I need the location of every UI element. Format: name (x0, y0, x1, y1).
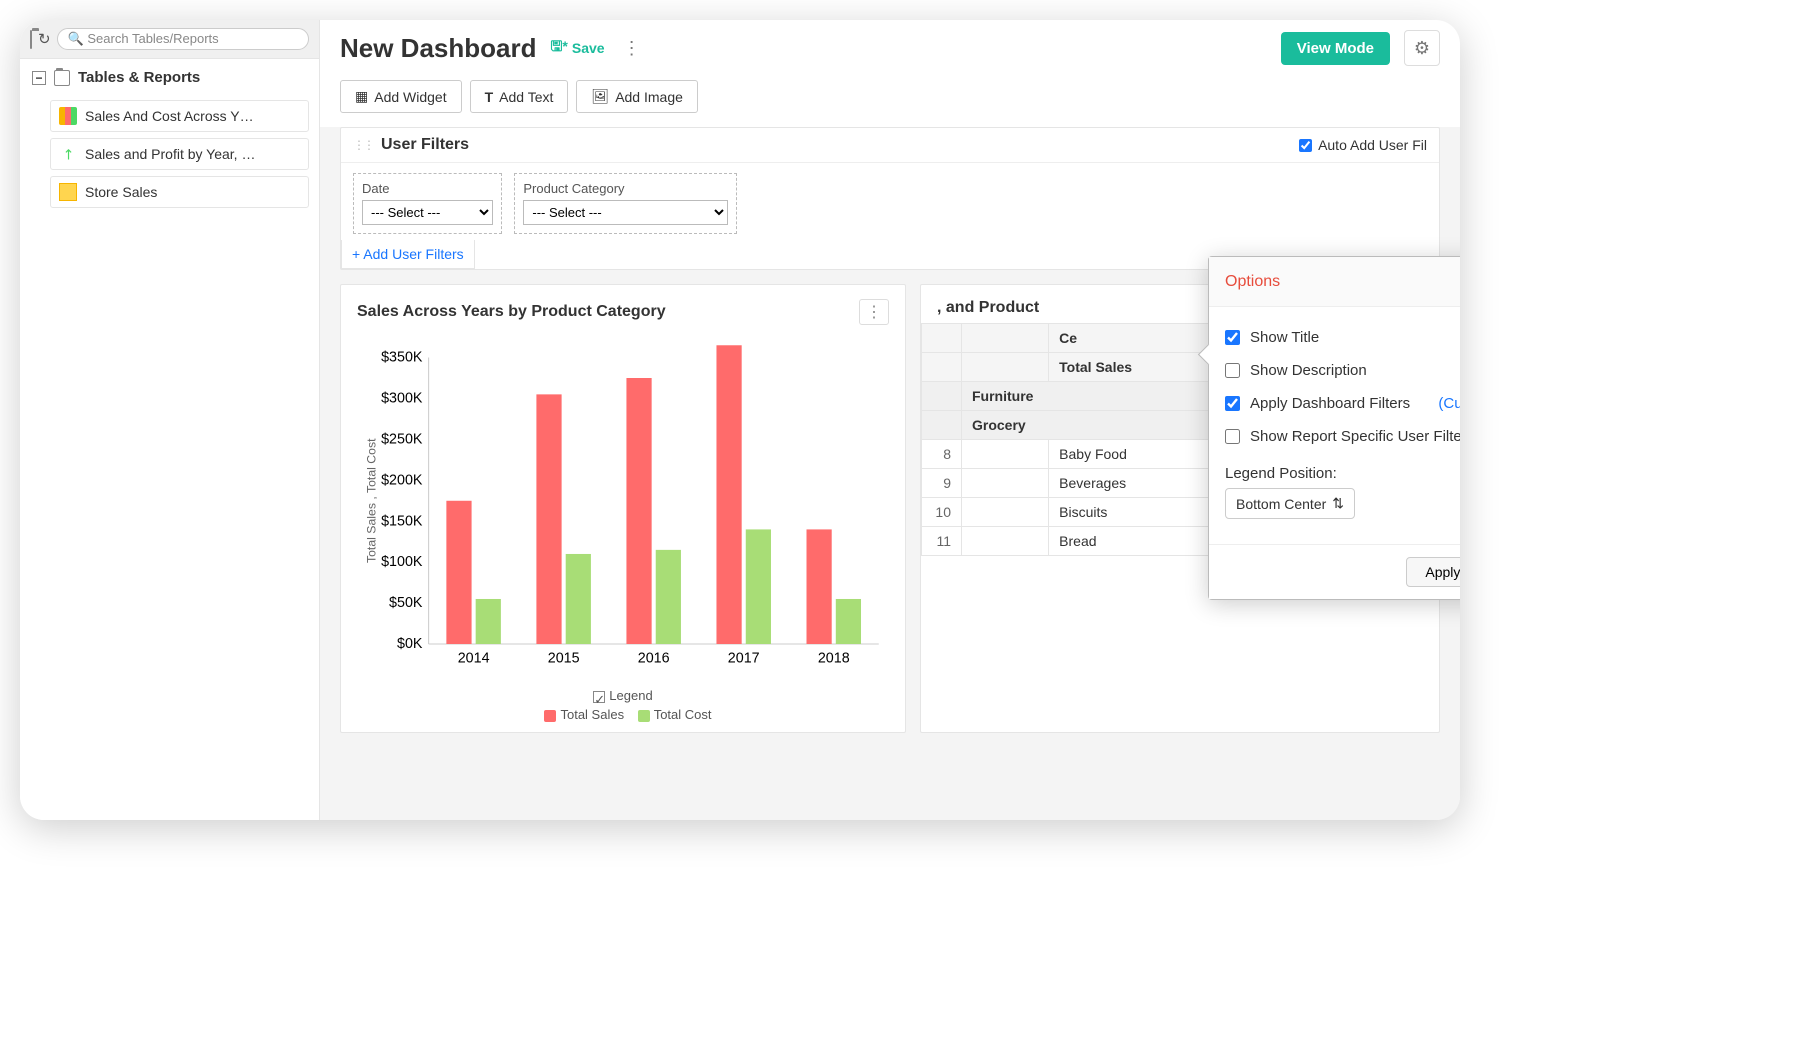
filter-date-select[interactable]: --- Select --- (362, 200, 493, 225)
checkbox-icon: ✓ (593, 691, 605, 703)
sidebar-header[interactable]: − Tables & Reports (20, 59, 319, 96)
collapse-icon[interactable]: − (32, 71, 46, 85)
user-filters-card: ⋮⋮ User Filters Auto Add User Fil Date -… (340, 127, 1440, 270)
auto-add-input[interactable] (1299, 139, 1312, 152)
legend-item: Total Sales (560, 707, 624, 722)
svg-text:2018: 2018 (818, 650, 850, 666)
sidebar: ↻ 🔍 Search Tables/Reports − Tables & Rep… (20, 20, 320, 820)
svg-text:$100K: $100K (381, 554, 423, 570)
text-icon: T (485, 89, 494, 105)
chart-card: Sales Across Years by Product Category ⋮… (340, 284, 906, 733)
legend: Total Sales Total Cost (341, 703, 905, 722)
popover-title: Options (1225, 273, 1280, 291)
add-widget-label: Add Widget (374, 89, 446, 105)
legend-toggle[interactable]: ✓ Legend (341, 684, 905, 703)
bar-chart: $0K $50K $100K $150K $200K $250K $300K $350K Tot… (357, 341, 889, 681)
customize-link[interactable]: (Customize) (1438, 395, 1460, 412)
page-title: New Dashboard (340, 33, 537, 64)
svg-text:$0K: $0K (397, 636, 423, 652)
gear-icon[interactable]: ⚙ (1404, 30, 1440, 66)
filter-category: Product Category --- Select --- (514, 173, 737, 234)
sidebar-item-store-sales[interactable]: Store Sales (50, 176, 309, 208)
image-icon: 🖼 (591, 88, 609, 105)
add-text-button[interactable]: T Add Text (470, 80, 569, 113)
save-label: Save (572, 40, 605, 56)
sidebar-item-label: Sales and Profit by Year, … (85, 146, 255, 162)
folder-icon (54, 70, 70, 86)
svg-text:2016: 2016 (638, 650, 670, 666)
table-icon (59, 183, 77, 201)
legend-position-select[interactable]: Bottom Center ⇅ (1225, 488, 1355, 519)
sidebar-item-label: Sales And Cost Across Y… (85, 108, 254, 124)
svg-text:$250K: $250K (381, 431, 423, 447)
apply-filters-checkbox[interactable] (1225, 396, 1240, 411)
save-button[interactable]: 🖫* Save (551, 36, 605, 60)
opt-label: Apply Dashboard Filters (1250, 395, 1410, 412)
show-title-checkbox[interactable] (1225, 330, 1240, 345)
svg-text:2014: 2014 (458, 650, 490, 666)
table-title: , and Product (937, 299, 1039, 317)
legend-position-label: Legend Position: (1225, 465, 1460, 482)
widget-icon: ▦ (355, 88, 368, 105)
view-mode-button[interactable]: View Mode (1281, 32, 1390, 65)
svg-text:$150K: $150K (381, 513, 423, 529)
trend-arrow-icon: ↗ (55, 141, 80, 166)
svg-text:2017: 2017 (728, 650, 760, 666)
svg-text:Total Sales , Total Cost: Total Sales , Total Cost (364, 438, 378, 563)
legend-swatch-cost (638, 710, 650, 722)
legend-value: Bottom Center (1236, 496, 1326, 512)
apply-button[interactable]: Apply (1406, 557, 1460, 587)
opt-label: Show Description (1250, 362, 1367, 379)
sidebar-item-label: Store Sales (85, 184, 157, 200)
svg-text:$200K: $200K (381, 472, 423, 488)
sidebar-title: Tables & Reports (78, 69, 200, 86)
opt-label: Show Title (1250, 329, 1319, 346)
options-popover: Options ✕ Show Title Show Description Ap… (1208, 256, 1460, 600)
folder-icon[interactable] (30, 31, 32, 48)
search-placeholder: Search Tables/Reports (87, 31, 218, 46)
show-desc-checkbox[interactable] (1225, 363, 1240, 378)
auto-add-checkbox[interactable]: Auto Add User Fil (1299, 137, 1427, 153)
add-filters-label: Add User Filters (363, 246, 463, 262)
add-image-button[interactable]: 🖼 Add Image (576, 80, 698, 113)
filter-category-select[interactable]: --- Select --- (523, 200, 728, 225)
drag-grip-icon[interactable]: ⋮⋮ (353, 138, 373, 152)
svg-text:2015: 2015 (548, 650, 580, 666)
add-text-label: Add Text (499, 89, 553, 105)
chart-more-icon[interactable]: ⋮ (859, 299, 889, 325)
more-icon[interactable]: ⋮ (619, 38, 645, 59)
bar-chart-icon (59, 107, 77, 125)
save-icon: 🖫* (551, 36, 568, 60)
auto-add-label: Auto Add User Fil (1318, 137, 1427, 153)
filters-title: User Filters (381, 136, 469, 154)
opt-label: Show Report Specific User Filter (1250, 428, 1460, 445)
search-input[interactable]: 🔍 Search Tables/Reports (57, 28, 309, 50)
svg-text:$350K: $350K (381, 350, 423, 366)
refresh-icon[interactable]: ↻ (38, 30, 51, 48)
svg-text:$50K: $50K (389, 595, 423, 611)
filter-label: Product Category (523, 181, 624, 196)
svg-text:$300K: $300K (381, 391, 423, 407)
add-filters-button[interactable]: + Add User Filters (341, 240, 475, 269)
filter-label: Date (362, 181, 389, 196)
legend-label: Legend (609, 688, 652, 703)
add-image-label: Add Image (615, 89, 683, 105)
chart-title: Sales Across Years by Product Category (357, 303, 666, 321)
updown-icon: ⇅ (1332, 495, 1344, 512)
add-widget-button[interactable]: ▦ Add Widget (340, 80, 462, 113)
legend-swatch-sales (544, 710, 556, 722)
show-specific-checkbox[interactable] (1225, 429, 1240, 444)
sidebar-item-sales-profit[interactable]: ↗ Sales and Profit by Year, … (50, 138, 309, 170)
filter-date: Date --- Select --- (353, 173, 502, 234)
sidebar-item-sales-cost[interactable]: Sales And Cost Across Y… (50, 100, 309, 132)
legend-item: Total Cost (654, 707, 712, 722)
